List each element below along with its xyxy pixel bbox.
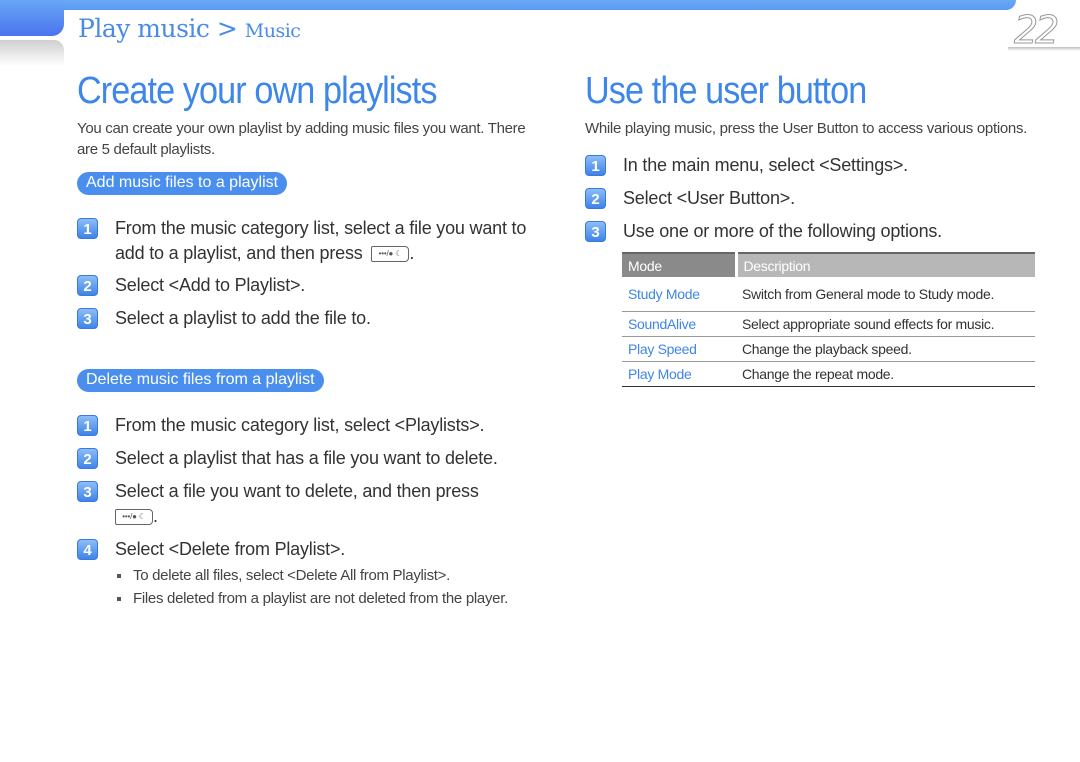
step-number-badge: 2 [585,188,606,209]
options-table: Mode Description Study Mode Switch from … [622,252,1035,387]
table-header-row: Mode Description [622,253,1035,277]
table-row: Play Mode Change the repeat mode. [622,361,1035,387]
step-item: 2 Select <User Button>. [585,186,1040,211]
delete-steps: 1 From the music category list, select <… [77,413,537,562]
description-cell: Switch from General mode to Study mode. [736,277,1035,312]
add-steps: 1 From the music category list, select a… [77,216,537,331]
step-item: 1 In the main menu, select <Settings>. [585,153,1040,178]
step-text: Select <Delete from Playlist>. [115,539,346,559]
column-header-mode: Mode [622,253,738,277]
page-number-underline [1008,47,1080,51]
mode-cell: Play Mode [622,361,736,387]
step-text: Select a playlist to add the file to. [115,308,371,328]
breadcrumb-sub: Music [244,20,301,42]
step-number-badge: 2 [77,448,98,469]
note-item: Files deleted from a playlist are not de… [115,587,537,610]
step-item: 3 Select a playlist to add the file to. [77,306,537,331]
right-title: Use the user button [585,70,867,112]
step-text: Use one or more of the following options… [623,221,942,241]
step-item: 1 From the music category list, select <… [77,413,537,438]
step-text: Select a playlist that has a file you wa… [115,448,498,468]
column-header-description: Description [736,253,1035,277]
page-number: 22 [1013,8,1059,53]
description-cell: Select appropriate sound effects for mus… [736,311,1035,337]
step-text: In the main menu, select <Settings>. [623,155,908,175]
left-intro: You can create your own playlist by addi… [77,120,526,158]
step-item: 3 Select a file you want to delete, and … [77,479,537,529]
table-row: Study Mode Switch from General mode to S… [622,277,1035,312]
right-column: Use the user button While playing music,… [585,70,1040,387]
step-number-badge: 3 [585,221,606,242]
breadcrumb: Play music > Music [78,14,301,43]
step-text: Select a file you want to delete, and th… [115,481,479,501]
header-tab-left [0,0,64,36]
step-item: 1 From the music category list, select a… [77,216,537,266]
step-item: 2 Select <Add to Playlist>. [77,273,537,298]
step-number-badge: 4 [77,539,98,560]
step-number-badge: 1 [585,155,606,176]
left-title: Create your own playlists [77,70,437,112]
section-pill-add: Add music files to a playlist [77,172,288,195]
header-shadow [0,40,64,66]
note-list: To delete all files, select <Delete All … [115,564,537,610]
mode-cell: Play Speed [622,336,736,362]
step-text: From the music category list, select <Pl… [115,415,485,435]
step-text: From the music category list, select a f… [115,218,527,263]
section-pill-delete: Delete music files from a playlist [77,369,324,392]
user-button-key-icon: •••/● ☾ [115,509,153,526]
step-item: 4 Select <Delete from Playlist>. [77,537,537,562]
mode-cell: SoundAlive [622,311,736,337]
step-item: 2 Select a playlist that has a file you … [77,446,537,471]
user-button-steps: 1 In the main menu, select <Settings>. 2… [585,153,1040,244]
step-text: Select <User Button>. [623,188,795,208]
step-number-badge: 1 [77,415,98,436]
header-bar [0,0,1016,10]
left-column: Create your own playlists You can create… [77,70,537,610]
step-item: 3 Use one or more of the following optio… [585,219,1040,244]
step-text-end: . [153,506,158,526]
mode-cell: Study Mode [622,277,736,312]
table-row: SoundAlive Select appropriate sound effe… [622,311,1035,337]
description-cell: Change the playback speed. [736,336,1035,362]
step-text-end: . [409,243,415,263]
step-number-badge: 3 [77,481,98,502]
breadcrumb-main: Play music > [78,14,238,43]
table-row: Play Speed Change the playback speed. [622,336,1035,362]
step-text: Select <Add to Playlist>. [115,275,306,295]
right-intro: While playing music, press the User Butt… [585,120,1028,137]
step-number-badge: 3 [77,308,98,329]
user-button-key-icon: •••/● ☾ [371,246,410,263]
note-item: To delete all files, select <Delete All … [115,564,537,587]
step-number-badge: 2 [77,275,98,296]
step-number-badge: 1 [77,218,98,239]
description-cell: Change the repeat mode. [736,361,1035,387]
